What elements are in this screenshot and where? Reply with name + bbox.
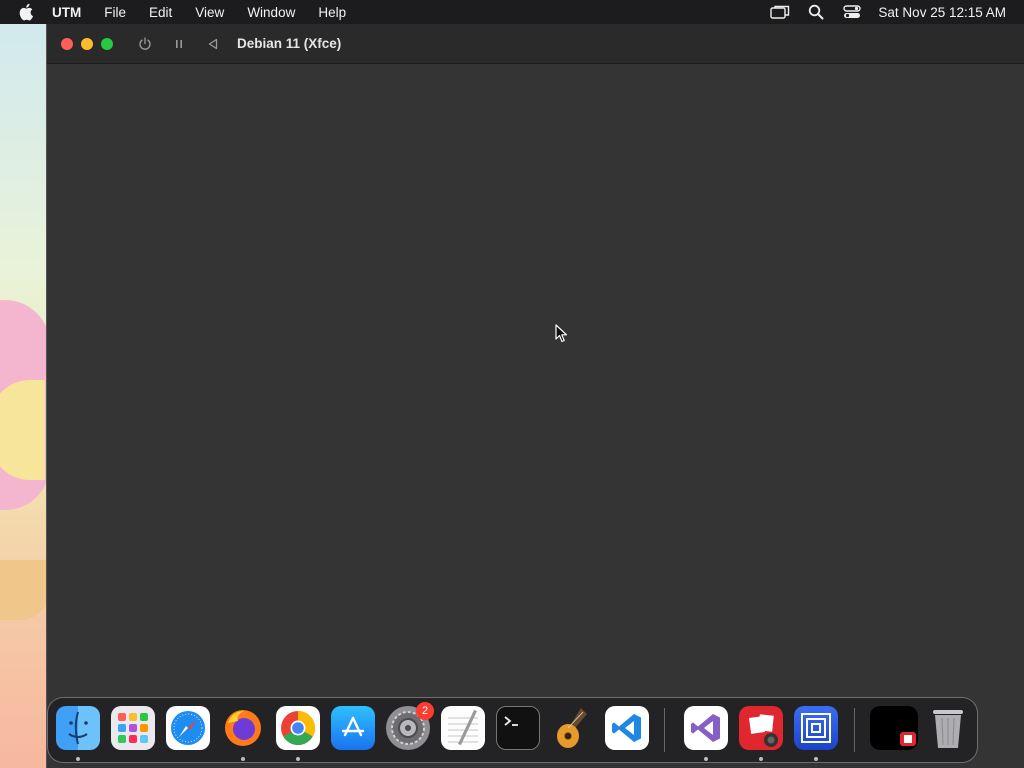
running-indicator [76, 757, 80, 761]
spotlight-search-icon[interactable] [806, 4, 826, 20]
system-settings-icon[interactable]: 2 [386, 702, 434, 750]
dock-separator [854, 708, 855, 752]
menu-bar: UTM File Edit View Window Help Sat Nov 2… [0, 0, 1024, 24]
dock: 2 [47, 697, 978, 763]
menu-view[interactable]: View [195, 5, 224, 20]
menu-bar-clock[interactable]: Sat Nov 25 12:15 AM [878, 5, 1006, 20]
visual-studio-icon[interactable] [684, 706, 728, 750]
screen-mirroring-icon[interactable] [770, 4, 790, 20]
utm-vm-window: Debian 11 (Xfce) [46, 24, 1024, 768]
close-window-button[interactable] [61, 37, 73, 50]
wallpaper-art [0, 380, 45, 480]
finder-icon[interactable] [56, 706, 100, 750]
window-title: Debian 11 (Xfce) [237, 36, 342, 51]
apple-menu-icon[interactable] [18, 3, 36, 21]
running-indicator [296, 757, 300, 761]
textedit-icon[interactable] [441, 706, 485, 750]
window-controls [61, 37, 113, 50]
power-icon[interactable] [137, 36, 153, 52]
control-center-icon[interactable] [842, 4, 862, 20]
running-indicator [241, 757, 245, 761]
menu-file[interactable]: File [104, 5, 126, 20]
trash-icon[interactable] [926, 706, 970, 750]
running-indicator [759, 757, 763, 761]
garageband-icon[interactable] [551, 706, 595, 750]
wallpaper-art [0, 560, 50, 620]
mouse-pointer-icon [555, 324, 568, 343]
safari-icon[interactable] [166, 706, 210, 750]
dock-separator [664, 708, 665, 752]
window-titlebar[interactable]: Debian 11 (Xfce) [47, 24, 1024, 64]
menu-app-name[interactable]: UTM [52, 5, 81, 20]
menu-bar-status-area: Sat Nov 25 12:15 AM [770, 0, 1006, 24]
vm-display-area[interactable] [47, 64, 1024, 768]
running-indicator [704, 757, 708, 761]
running-indicator [814, 757, 818, 761]
minimize-window-button[interactable] [81, 37, 93, 50]
photo-booth-icon[interactable] [739, 706, 783, 750]
restart-back-icon[interactable] [205, 36, 221, 52]
vscode-icon[interactable] [605, 706, 649, 750]
terminal-icon[interactable] [496, 706, 540, 750]
app-store-icon[interactable] [331, 706, 375, 750]
menu-edit[interactable]: Edit [149, 5, 172, 20]
menu-help[interactable]: Help [318, 5, 346, 20]
minimized-window-thumbnail[interactable] [870, 706, 918, 750]
utm-icon[interactable] [794, 706, 838, 750]
launchpad-icon[interactable] [111, 706, 155, 750]
menu-window[interactable]: Window [247, 5, 295, 20]
pause-icon[interactable] [171, 36, 187, 52]
chrome-icon[interactable] [276, 706, 320, 750]
firefox-icon[interactable] [221, 706, 265, 750]
notification-badge: 2 [416, 702, 434, 720]
zoom-window-button[interactable] [101, 37, 113, 50]
